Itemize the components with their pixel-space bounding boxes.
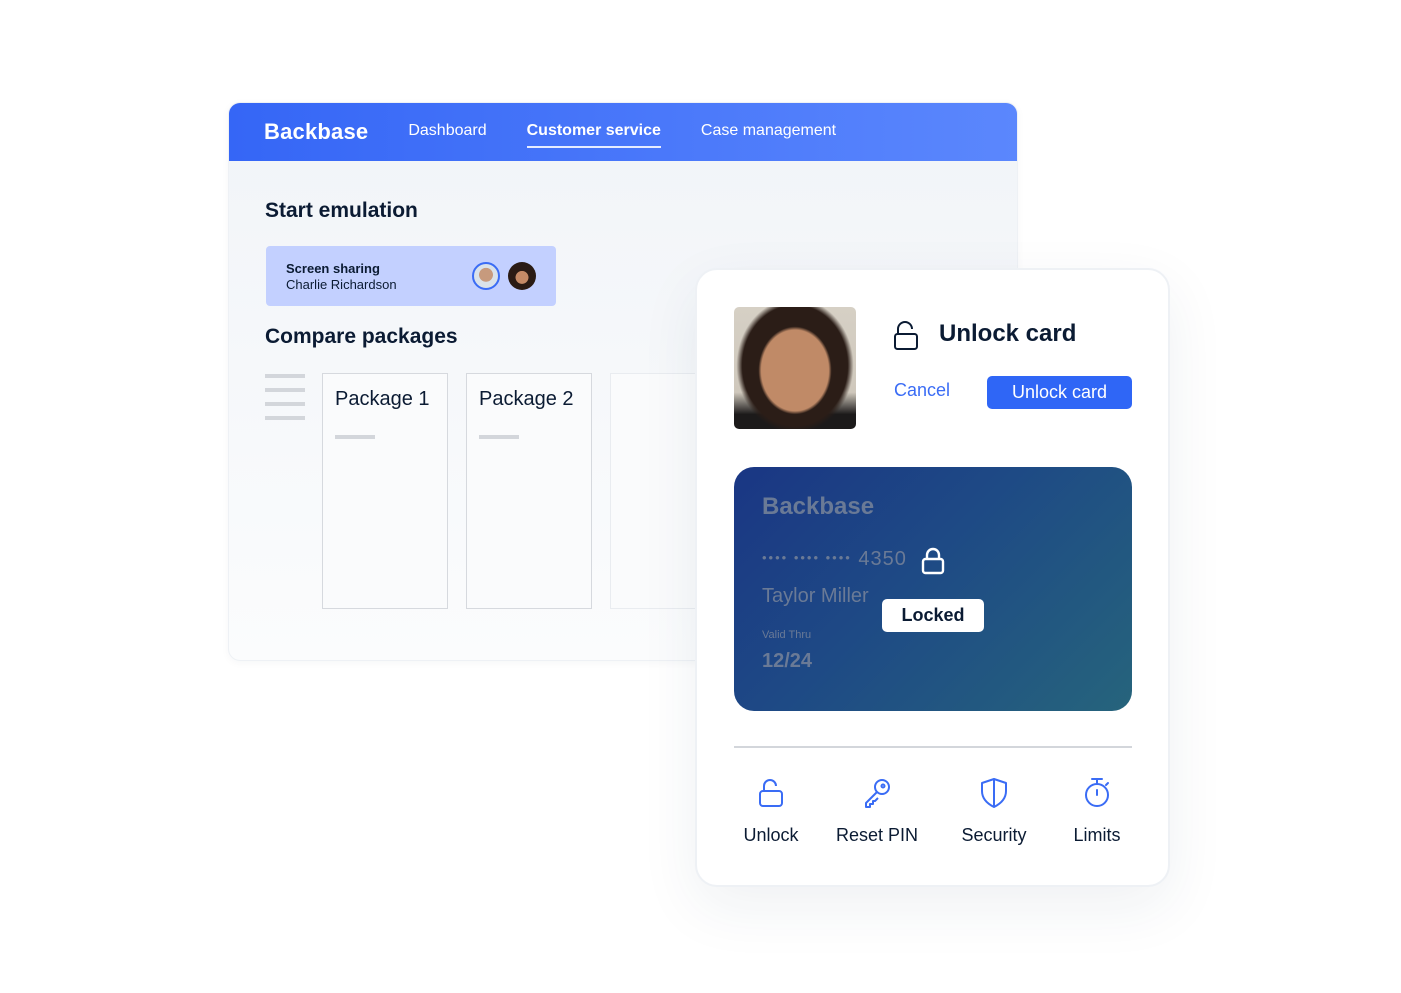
unlock-card-button[interactable]: Unlock card — [987, 376, 1132, 409]
shield-icon — [981, 778, 1007, 808]
screen-sharing-box[interactable]: Screen sharing Charlie Richardson — [266, 246, 556, 306]
customer-photo — [734, 307, 856, 429]
action-limits[interactable]: Limits — [1047, 776, 1147, 846]
backbase-logo[interactable]: Backbase — [264, 119, 368, 145]
unlock-card-panel: Unlock card Cancel Unlock card Backbase … — [695, 268, 1170, 887]
action-security-label: Security — [961, 825, 1027, 845]
stopwatch-icon — [1085, 778, 1109, 807]
action-unlock[interactable]: Unlock — [721, 776, 821, 846]
action-limits-label: Limits — [1073, 825, 1121, 845]
start-emulation-title: Start emulation — [265, 199, 418, 222]
package-card[interactable]: Package 1 — [322, 373, 448, 609]
valid-thru-label: Valid Thru — [762, 629, 812, 641]
card-last-digits: 4350 — [858, 548, 907, 570]
nav-customer-service[interactable]: Customer service — [526, 122, 662, 148]
unlock-icon — [894, 321, 918, 350]
lock-icon — [921, 547, 945, 575]
valid-thru-value: 12/24 — [762, 650, 813, 672]
card-number-mask: •••• •••• •••• — [762, 550, 852, 565]
key-icon — [865, 779, 890, 808]
cancel-button[interactable]: Cancel — [894, 380, 950, 401]
locked-status-badge: Locked — [882, 599, 984, 632]
package-label: Package 2 — [479, 388, 574, 410]
agent-avatar — [472, 262, 500, 290]
action-reset-pin-label: Reset PIN — [835, 825, 919, 845]
card-holder-name: Taylor Miller — [762, 585, 869, 607]
list-placeholder-icon — [265, 374, 305, 430]
card-brand-logo: Backbase — [762, 493, 875, 520]
action-security[interactable]: Security — [944, 776, 1044, 846]
nav-dashboard[interactable]: Dashboard — [408, 122, 486, 142]
payment-card: Backbase •••• •••• •••• 4350 Taylor Mill… — [734, 467, 1132, 711]
action-unlock-label: Unlock — [743, 825, 799, 845]
customer-avatar — [508, 262, 536, 290]
top-navigation-bar: Backbase Dashboard Customer service Case… — [229, 103, 1017, 161]
nav-case-management[interactable]: Case management — [701, 122, 836, 142]
unlock-icon — [759, 779, 783, 807]
action-reset-pin[interactable]: Reset PIN — [827, 776, 927, 846]
compare-packages-title: Compare packages — [265, 325, 458, 348]
card-actions: Unlock Reset PIN Security Limits — [734, 776, 1132, 856]
divider — [734, 746, 1132, 748]
card-number: •••• •••• •••• 4350 — [762, 548, 907, 571]
package-card[interactable]: Package 2 — [466, 373, 592, 609]
package-label: Package 1 — [335, 388, 430, 410]
package-placeholder-bar — [479, 435, 519, 439]
unlock-card-title: Unlock card — [939, 320, 1077, 347]
package-placeholder-bar — [335, 435, 375, 439]
